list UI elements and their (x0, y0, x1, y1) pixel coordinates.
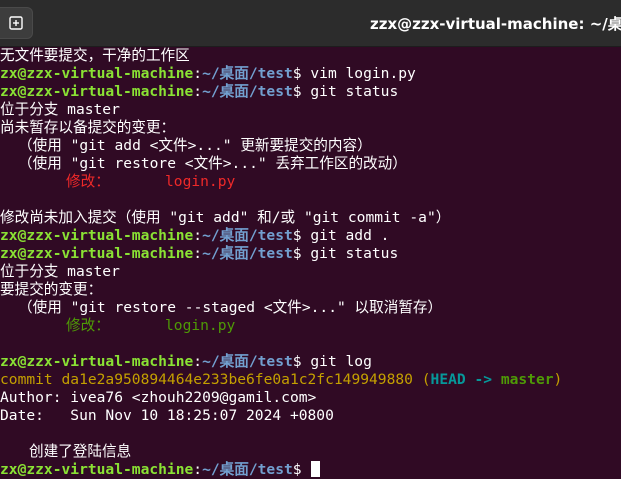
prompt-line: zx@zzx-virtual-machine:~/桌面/test$ git st… (0, 83, 621, 101)
output-line: 位于分支 master (0, 101, 120, 118)
output-line: 无文件要提交，干净的工作区 (0, 47, 190, 64)
commit-message: 创建了登陆信息 (29, 443, 132, 460)
output-line: 尚未暂存以备提交的变更： (0, 119, 176, 136)
terminal-output[interactable]: 无文件要提交，干净的工作区 zx@zzx-virtual-machine:~/桌… (0, 47, 621, 479)
commit-paren-open: ( (412, 371, 431, 388)
prompt-line: zx@zzx-virtual-machine:~/桌面/test$ git st… (0, 245, 621, 263)
modified-label: 修改： (66, 173, 110, 190)
staged-file-line: 修改： login.py (0, 317, 621, 335)
prompt-path: ~/桌面/test (202, 83, 293, 100)
prompt-user: zx@zzx-virtual-machine (0, 227, 194, 244)
prompt-symbol: $ (292, 83, 302, 100)
prompt-line: zx@zzx-virtual-machine:~/桌面/test$ vim lo… (0, 65, 621, 83)
prompt-line: zx@zzx-virtual-machine:~/桌面/test$ git ad… (0, 227, 621, 245)
output-line: （使用 "git restore --staged <文件>..." 以取消暂存… (18, 299, 443, 316)
prompt-user: zx@zzx-virtual-machine (0, 83, 194, 100)
output-line: （使用 "git add <文件>..." 更新要提交的内容） (18, 137, 372, 154)
commit-paren-close: ) (553, 371, 563, 388)
prompt-path: ~/桌面/test (202, 461, 293, 478)
new-tab-icon (9, 16, 23, 30)
prompt-colon: : (193, 245, 203, 262)
output-line: （使用 "git restore <文件>..." 丢弃工作区的改动） (18, 155, 407, 172)
command-text: git status (301, 83, 399, 100)
command-text: git status (301, 245, 399, 262)
prompt-user: zx@zzx-virtual-machine (0, 353, 194, 370)
prompt-path: ~/桌面/test (202, 353, 293, 370)
prompt-colon: : (193, 65, 203, 82)
command-text: vim login.py (301, 65, 416, 82)
prompt-colon: : (193, 353, 203, 370)
output-line: 要提交的变更： (0, 281, 103, 298)
new-tab-button[interactable] (0, 7, 33, 39)
output-line: 修改尚未加入提交（使用 "git add" 和/或 "git commit -a… (0, 209, 451, 226)
prompt-symbol: $ (292, 227, 302, 244)
command-text: git add . (301, 227, 390, 244)
prompt-symbol: $ (292, 65, 302, 82)
staged-filename: login.py (165, 317, 236, 334)
prompt-symbol: $ (292, 353, 302, 370)
prompt-user: zx@zzx-virtual-machine (0, 461, 194, 478)
output-line: 位于分支 master (0, 263, 120, 280)
modified-filename: login.py (165, 173, 236, 190)
prompt-symbol: $ (292, 245, 302, 262)
author-line: Author: ivea76 <zhouh2209@gamil.com> (0, 389, 317, 406)
staged-label: 修改： (66, 317, 110, 334)
prompt-path: ~/桌面/test (202, 227, 293, 244)
head-ref: HEAD -> (430, 371, 501, 388)
prompt-colon: : (193, 227, 203, 244)
window-title: zzx@zzx-virtual-machine: ~/桌面/tes (370, 15, 621, 33)
prompt-line: zx@zzx-virtual-machine:~/桌面/test$ git lo… (0, 353, 621, 371)
prompt-user: zx@zzx-virtual-machine (0, 65, 194, 82)
command-text: git log (301, 353, 372, 370)
prompt-line: zx@zzx-virtual-machine:~/桌面/test$ (0, 461, 621, 479)
prompt-symbol: $ (292, 461, 302, 478)
date-line: Date: Sun Nov 10 18:25:07 2024 +0800 (0, 407, 334, 424)
branch-ref: master (500, 371, 554, 388)
prompt-colon: : (193, 83, 203, 100)
modified-file-line: 修改： login.py (0, 173, 621, 191)
prompt-user: zx@zzx-virtual-machine (0, 245, 194, 262)
prompt-path: ~/桌面/test (202, 65, 293, 82)
commit-hash: commit da1e2a950894464e233be6fe0a1c2fc14… (0, 371, 413, 388)
commit-line: commit da1e2a950894464e233be6fe0a1c2fc14… (0, 371, 621, 389)
title-bar: zzx@zzx-virtual-machine: ~/桌面/tes (0, 0, 621, 47)
prompt-colon: : (193, 461, 203, 478)
prompt-path: ~/桌面/test (202, 245, 293, 262)
terminal-window: zzx@zzx-virtual-machine: ~/桌面/tes 无文件要提交… (0, 0, 621, 479)
text-cursor (311, 461, 321, 477)
